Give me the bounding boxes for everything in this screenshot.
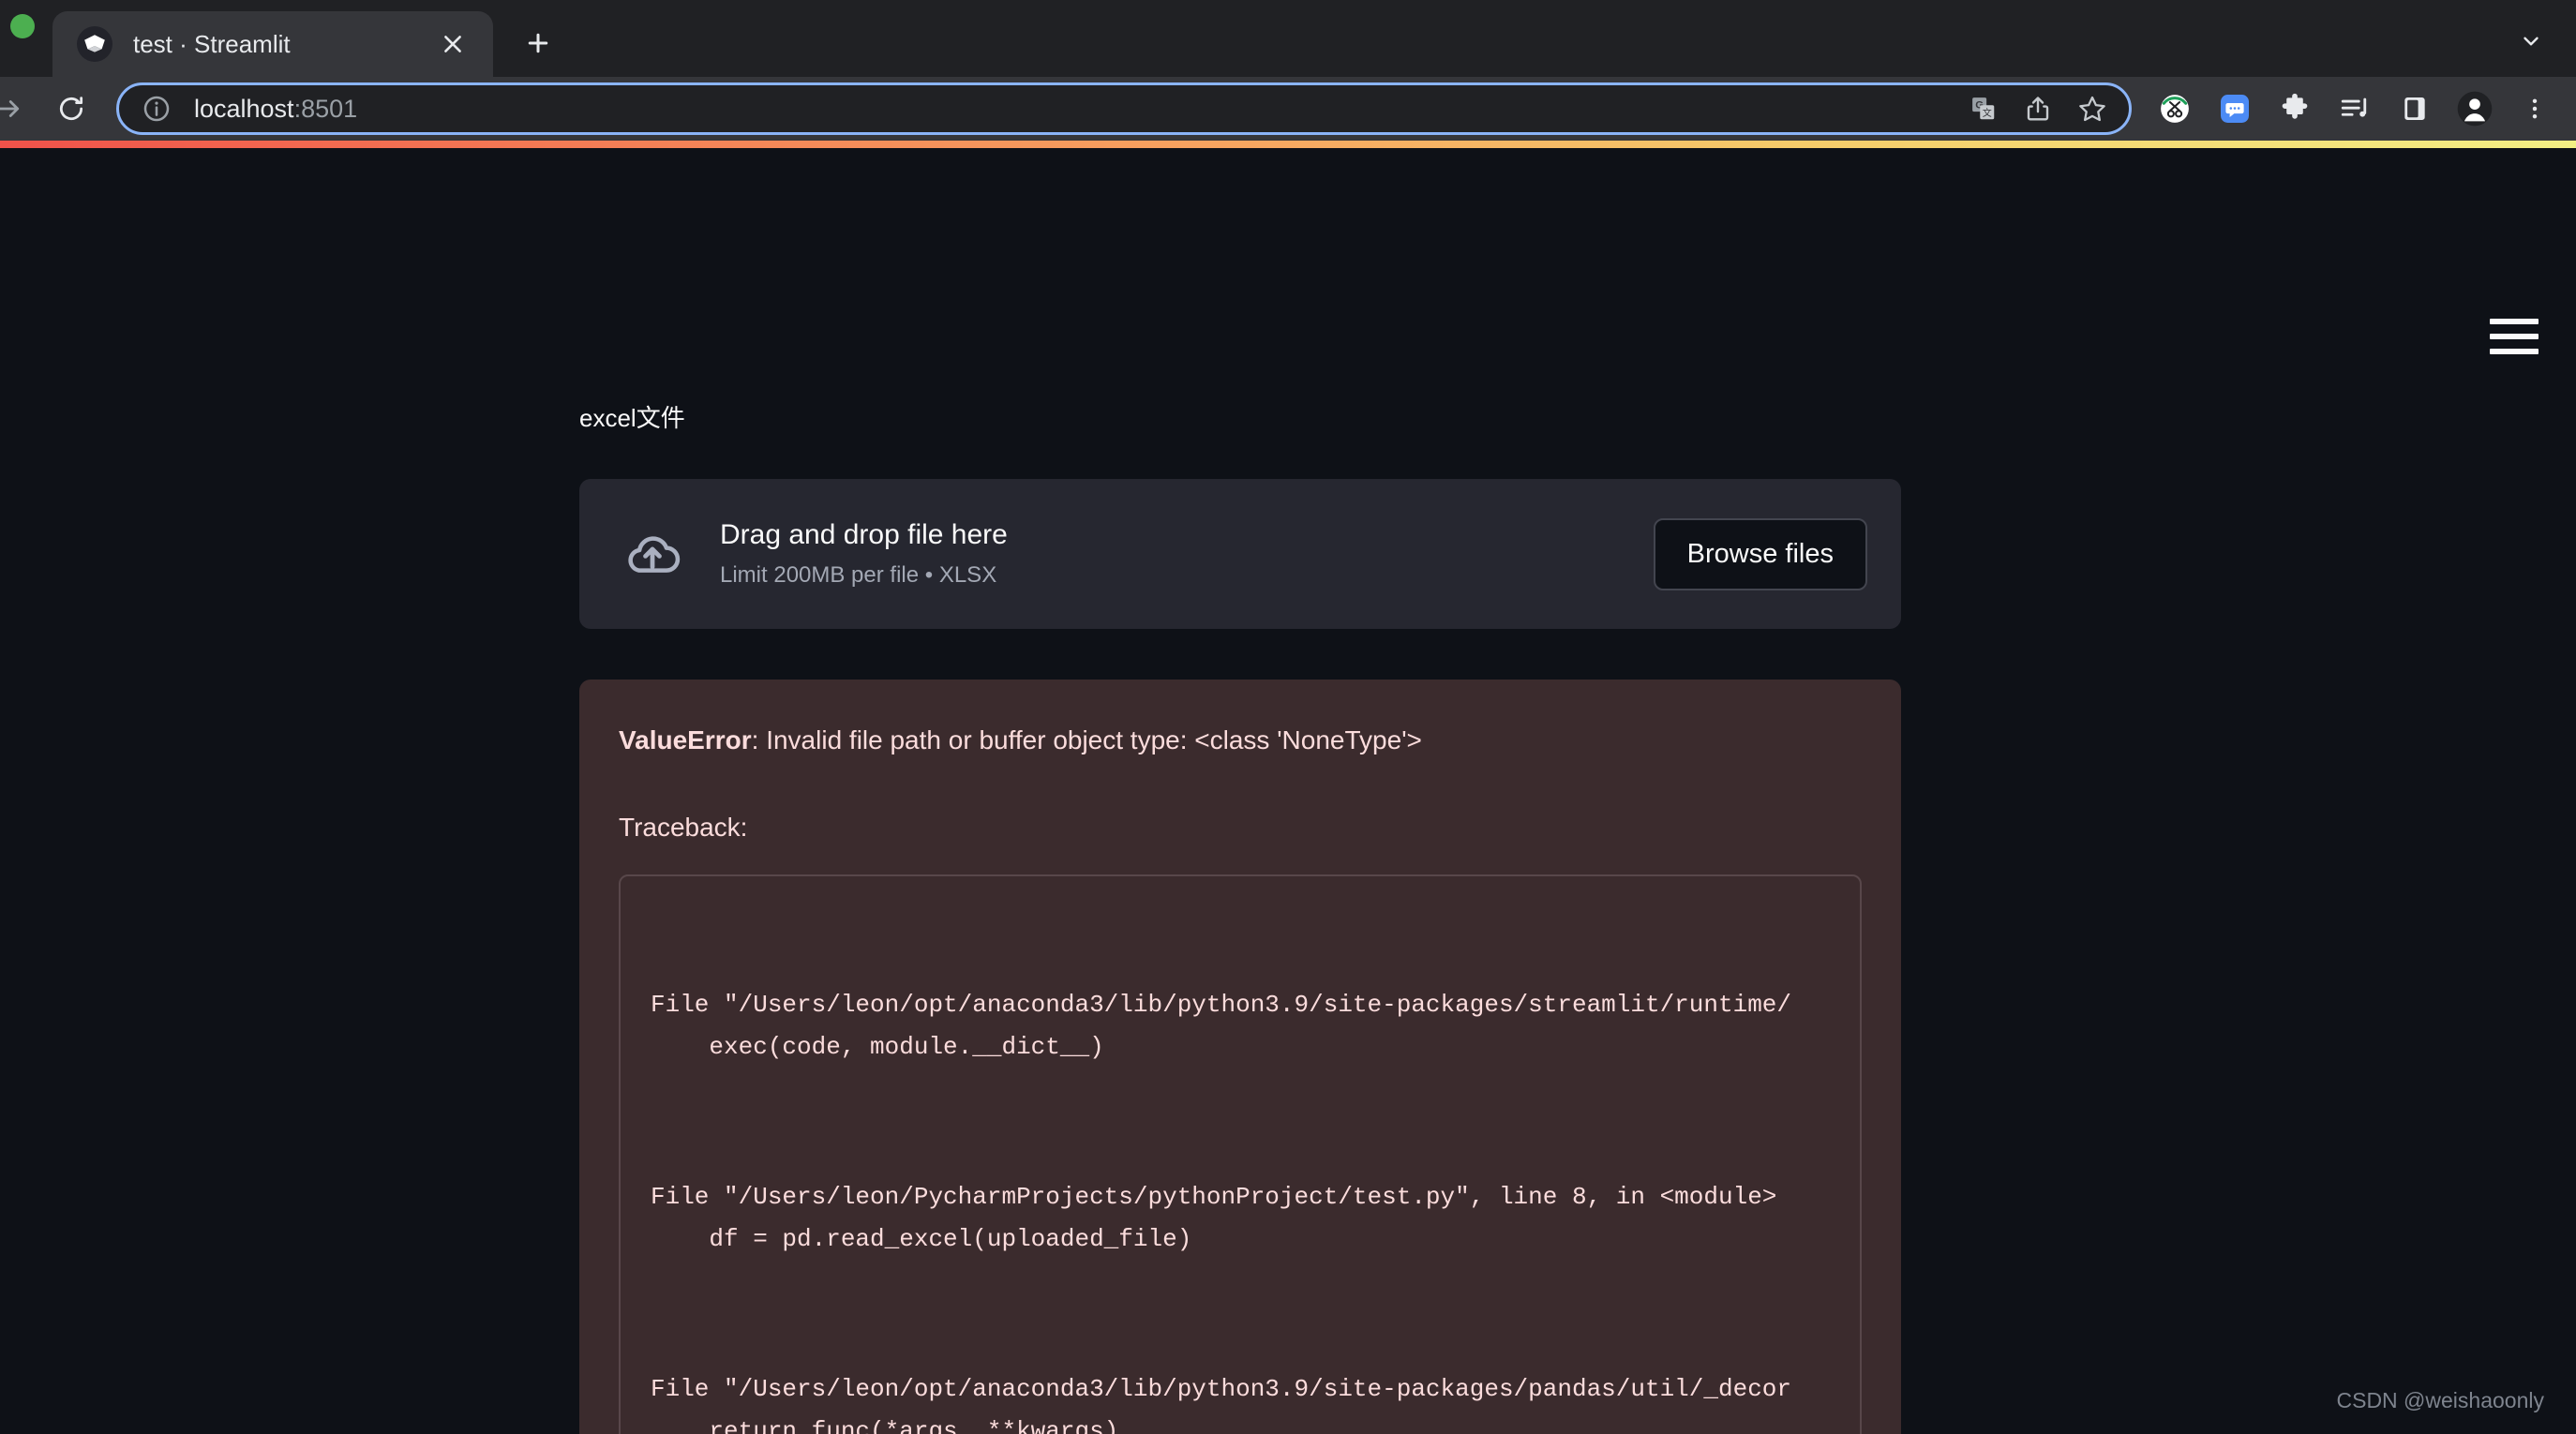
browse-files-button[interactable]: Browse files [1653,517,1867,590]
bookmark-star-icon[interactable] [2069,85,2116,132]
share-icon[interactable] [2014,85,2061,132]
traceback-code-block[interactable]: File "/Users/leon/opt/anaconda3/lib/pyth… [619,874,1862,1434]
toolbar-actions [2145,84,2559,133]
kebab-menu-icon[interactable] [2510,84,2559,133]
new-tab-button[interactable] [512,17,564,69]
puzzle-extensions-icon[interactable] [2270,84,2319,133]
traceback-content: File "/Users/leon/opt/anaconda3/lib/pyth… [651,901,1860,1434]
browser-chrome: test · Streamlit localhost:8501 G 文 [0,0,2576,148]
info-circle-icon[interactable] [140,92,173,126]
media-playlist-icon[interactable] [2330,84,2379,133]
error-alert: ValueError: Invalid file path or buffer … [579,680,1901,1434]
file-uploader-dropzone[interactable]: Drag and drop file here Limit 200MB per … [579,479,1901,629]
window-maximize-dot[interactable] [10,14,35,38]
file-uploader-instructions: Drag and drop file here Limit 200MB per … [720,519,1654,589]
traceback-label: Traceback: [619,812,748,842]
snip-scissors-icon[interactable] [2150,84,2199,133]
traceback-frame: File "/Users/leon/PycharmProjects/python… [651,1176,1860,1260]
browser-tab[interactable]: test · Streamlit [52,11,493,77]
svg-text:文: 文 [1983,107,1992,119]
file-uploader-label: excel文件 [579,404,685,432]
frame-source: return func(*args, **kwargs) [651,1416,1119,1434]
file-uploader-limits: Limit 200MB per file • XLSX [720,562,997,588]
window-controls [0,0,45,77]
frame-location: File "/Users/leon/opt/anaconda3/lib/pyth… [651,991,1791,1020]
frame-source: df = pd.read_excel(uploaded_file) [651,1224,1192,1253]
tab-strip: test · Streamlit [0,0,2576,77]
address-bar-text: localhost:8501 [194,95,1960,124]
tab-title: test · Streamlit [133,29,291,58]
reload-icon[interactable] [45,82,97,135]
streamlit-loading-bar [0,141,2576,148]
url-port: :8501 [293,94,358,123]
frame-source: exec(code, module.__dict__) [651,1032,1104,1061]
omnibox-actions: G 文 [1960,85,2116,132]
address-bar[interactable]: localhost:8501 G 文 [116,82,2132,135]
streamlit-logo-icon [77,26,112,62]
frame-location: File "/Users/leon/opt/anaconda3/lib/pyth… [651,1374,1791,1403]
app-main-column: excel文件 Drag and drop file here Limit 20… [579,148,1901,1434]
url-host: localhost [194,94,294,123]
frame-location: File "/Users/leon/PycharmProjects/python… [651,1183,1777,1212]
cloud-upload-icon [621,522,684,586]
streamlit-app: excel文件 Drag and drop file here Limit 20… [0,148,2576,1434]
translate-icon[interactable]: G 文 [1960,85,2007,132]
profile-avatar-icon[interactable] [2450,84,2499,133]
close-icon[interactable] [433,24,472,64]
hamburger-menu-icon[interactable] [2490,315,2539,358]
forward-arrow-icon[interactable] [0,82,36,135]
traceback-frame: File "/Users/leon/opt/anaconda3/lib/pyth… [651,1368,1860,1434]
chat-bubble-icon[interactable] [2210,84,2259,133]
tab-search-chevron-down-icon[interactable] [2509,19,2554,64]
traceback-frame: File "/Users/leon/opt/anaconda3/lib/pyth… [651,984,1860,1068]
file-uploader-title: Drag and drop file here [720,519,1008,550]
watermark: CSDN @weishaoonly [2336,1388,2545,1412]
side-panel-icon[interactable] [2390,84,2439,133]
browser-toolbar: localhost:8501 G 文 [0,77,2576,141]
error-type: ValueError [619,725,752,754]
error-headline: ValueError: Invalid file path or buffer … [619,723,1862,758]
error-message: : Invalid file path or buffer object typ… [751,725,1422,754]
